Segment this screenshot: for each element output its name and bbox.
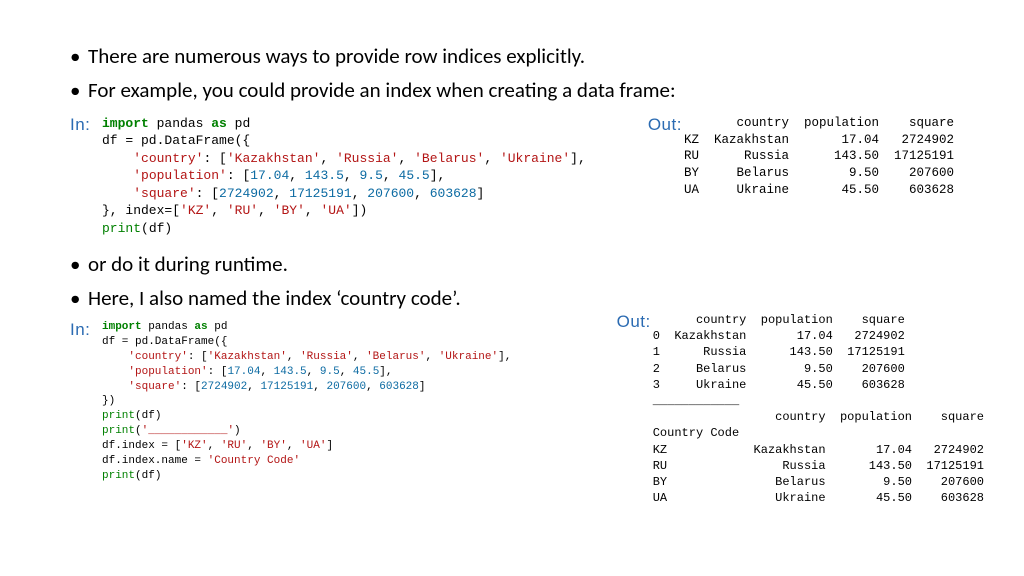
bullet-4: Here, I also named the index ‘country co… [70,284,954,312]
in-label-2: In: [70,320,102,340]
output-block-2: country population square 0 Kazakhstan 1… [653,312,984,506]
output-wrap-2: Out: country population square 0 Kazakhs… [617,312,984,506]
bullet-3: or do it during runtime. [70,250,954,278]
output-block-1: country population square KZ Kazakhstan … [684,115,954,199]
out-label-2: Out: [617,312,653,506]
out-label-1: Out: [648,115,684,199]
example-1: In: import pandas as pd df = pd.DataFram… [70,115,954,238]
code-block-2: import pandas as pd df = pd.DataFrame({ … [102,320,511,483]
in-label-1: In: [70,115,102,238]
slide-content: There are numerous ways to provide row i… [0,0,1024,483]
bullet-1: There are numerous ways to provide row i… [70,42,954,70]
bullet-2: For example, you could provide an index … [70,76,954,104]
code-block-1: import pandas as pd df = pd.DataFrame({ … [102,115,586,238]
